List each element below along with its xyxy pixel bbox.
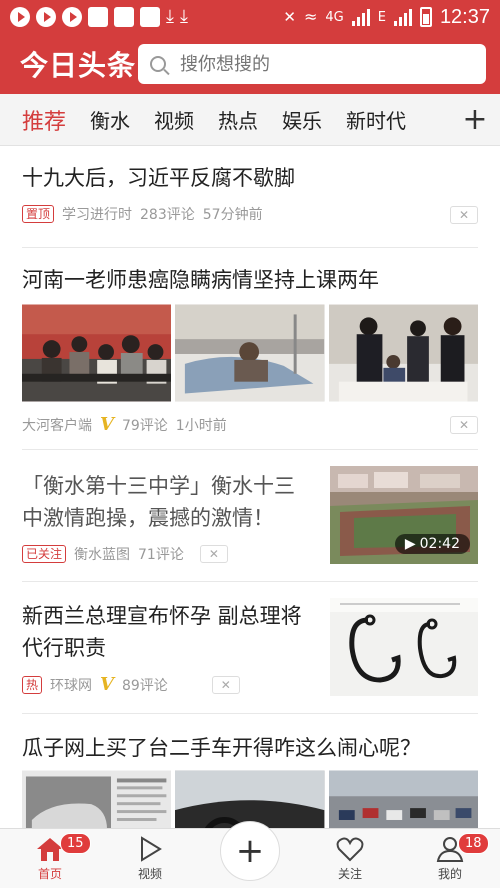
search-box[interactable] xyxy=(138,44,486,84)
app-logo[interactable]: 今日头条 xyxy=(20,44,138,84)
system-status: ✕ ≈ 4G E 12:37 xyxy=(283,6,490,29)
play-notification-icon xyxy=(36,7,56,27)
tab-new-era[interactable]: 新时代 xyxy=(346,105,406,134)
nav-home[interactable]: 首页 15 xyxy=(0,829,100,888)
nav-label: 关注 xyxy=(337,867,362,881)
video-thumbnail[interactable]: ▶ 02:42 xyxy=(330,466,478,564)
download-icon: ⤓ xyxy=(179,6,188,27)
add-channel-button[interactable]: + xyxy=(450,94,500,145)
carrier-type: E xyxy=(377,9,386,25)
publish-button[interactable]: + xyxy=(220,821,280,881)
article-title[interactable]: 「衡水第十三中学」衡水十三中激情跑操，震撼的激情！ xyxy=(22,470,312,534)
tab-hot[interactable]: 热点 xyxy=(218,105,258,134)
image-notification-icon xyxy=(88,7,108,27)
publish-time: 1小时前 xyxy=(175,417,227,434)
video-duration: 02:42 xyxy=(419,536,460,552)
app-header: 今日头条 xyxy=(0,34,500,94)
article-meta: 热 环球网 V 89评论 ✕ xyxy=(22,674,240,695)
tab-hengshui[interactable]: 衡水 xyxy=(90,105,130,134)
article-title[interactable]: 新西兰总理宣布怀孕 副总理将代行职责 xyxy=(22,600,322,664)
list-item[interactable]: 十九大后，习近平反腐不歇脚 置顶 学习进行时 283评论 57分钟前 ✕ xyxy=(22,146,478,248)
tab-entertainment[interactable]: 娱乐 xyxy=(282,105,322,134)
comment-count: 283评论 xyxy=(140,207,195,223)
play-icon xyxy=(141,836,162,862)
comment-count: 71评论 xyxy=(138,547,184,563)
notification-badge: 15 xyxy=(60,833,91,854)
article-title[interactable]: 瓜子网上买了台二手车开得咋这么闹心呢？ xyxy=(22,732,478,764)
pinned-tag: 置顶 xyxy=(22,205,55,223)
dismiss-button[interactable]: ✕ xyxy=(450,416,478,434)
signal-icon xyxy=(393,8,412,26)
article-source[interactable]: 大河客户端 xyxy=(22,415,92,435)
tab-recommend[interactable]: 推荐 xyxy=(22,104,66,136)
thumbnail-row xyxy=(22,304,478,402)
play-icon: ▶ xyxy=(404,536,416,552)
thumbnail-hospital[interactable] xyxy=(175,304,325,402)
dismiss-button[interactable]: ✕ xyxy=(211,675,240,694)
tab-video[interactable]: 视频 xyxy=(154,105,194,134)
nav-label: 首页 xyxy=(37,867,62,881)
bottom-nav: 首页 15 视频 + 关注 我的 18 xyxy=(0,821,500,888)
nav-label: 我的 xyxy=(437,867,462,881)
network-type: 4G xyxy=(325,9,344,25)
notification-badge: 18 xyxy=(458,833,489,854)
search-icon xyxy=(150,56,166,72)
wifi-icon: ≈ xyxy=(303,7,318,26)
article-title[interactable]: 十九大后，习近平反腐不歇脚 xyxy=(22,162,478,194)
nav-publish[interactable]: + xyxy=(200,821,300,888)
article-source[interactable]: 衡水蓝图 xyxy=(74,544,130,564)
article-meta: 置顶 学习进行时 283评论 57分钟前 xyxy=(22,204,478,224)
s-notification-icon xyxy=(140,7,160,27)
article-meta: 大河客户端 V 79评论 1小时前 xyxy=(22,414,478,435)
status-bar: ⤓ ⤓ ✕ ≈ 4G E 12:37 xyxy=(0,0,500,34)
article-meta: 已关注 衡水蓝图 71评论 ✕ xyxy=(22,544,228,564)
article-title[interactable]: 河南一老师患癌隐瞒病情坚持上课两年 xyxy=(22,264,478,296)
nav-follow[interactable]: 关注 xyxy=(300,829,400,888)
search-input[interactable] xyxy=(180,53,440,75)
play-notification-icon xyxy=(62,7,82,27)
clock: 12:37 xyxy=(439,5,490,28)
channel-tabs: 推荐 衡水 视频 热点 娱乐 新时代 + xyxy=(0,94,500,146)
thumbnail-hooks[interactable] xyxy=(330,598,478,696)
list-item[interactable]: 「衡水第十三中学」衡水十三中激情跑操，震撼的激情！ 已关注 衡水蓝图 71评论 … xyxy=(22,450,478,582)
notification-icons: ⤓ ⤓ xyxy=(10,7,188,27)
list-item[interactable]: 河南一老师患癌隐瞒病情坚持上课两年 大河客户端 V 79评论 1小时前 ✕ xyxy=(22,248,478,450)
verified-icon: V xyxy=(100,414,114,435)
play-notification-icon xyxy=(10,7,30,27)
dismiss-button[interactable]: ✕ xyxy=(199,545,228,563)
heart-icon xyxy=(336,837,364,862)
comment-count: 79评论 xyxy=(121,417,168,434)
video-duration-badge: ▶ 02:42 xyxy=(394,534,470,554)
hot-tag: 热 xyxy=(22,675,43,694)
mute-icon: ✕ xyxy=(283,8,296,26)
thumbnail-visitors[interactable] xyxy=(328,304,478,402)
publish-time: 57分钟前 xyxy=(202,207,263,223)
nav-profile[interactable]: 我的 18 xyxy=(400,829,500,888)
article-source[interactable]: 环球网 xyxy=(50,675,92,695)
download-icon: ⤓ xyxy=(166,6,174,27)
battery-icon xyxy=(419,7,432,27)
followed-tag: 已关注 xyxy=(22,545,67,563)
list-item[interactable]: 新西兰总理宣布怀孕 副总理将代行职责 热 环球网 V 89评论 ✕ xyxy=(22,582,478,714)
news-feed: 十九大后，习近平反腐不歇脚 置顶 学习进行时 283评论 57分钟前 ✕ 河南一… xyxy=(0,146,500,868)
signal-icon xyxy=(351,8,370,26)
message-notification-icon xyxy=(114,7,134,27)
verified-icon: V xyxy=(100,674,114,695)
article-source[interactable]: 学习进行时 xyxy=(62,204,132,224)
nav-video[interactable]: 视频 xyxy=(100,829,200,888)
nav-label: 视频 xyxy=(137,867,162,881)
comment-count: 89评论 xyxy=(121,677,168,694)
dismiss-button[interactable]: ✕ xyxy=(450,206,478,224)
thumbnail-classroom[interactable] xyxy=(22,304,172,402)
